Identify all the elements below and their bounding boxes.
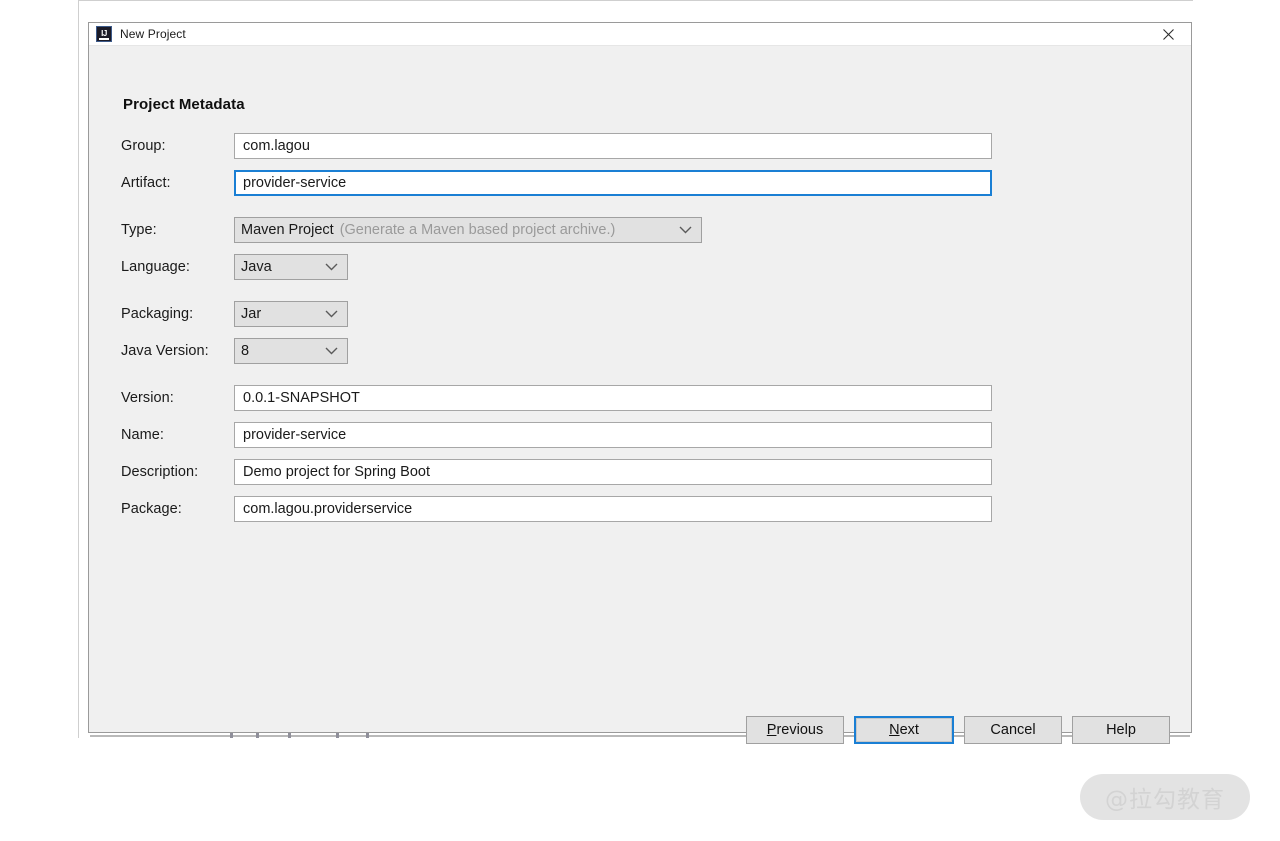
group-label: Group:	[121, 138, 234, 154]
artifact-label: Artifact:	[121, 175, 234, 191]
form-row-package: Package: com.lagou.providerservice	[121, 495, 1151, 523]
new-project-dialog: IJ New Project Project Metadata Group: c…	[88, 22, 1192, 733]
version-label: Version:	[121, 390, 234, 406]
chevron-down-icon	[679, 226, 692, 234]
cancel-button-label: Cancel	[990, 722, 1035, 738]
background-window-tick	[366, 733, 369, 738]
screen: IJ New Project Project Metadata Group: c…	[0, 0, 1280, 841]
help-button-label: Help	[1106, 722, 1136, 738]
package-label: Package:	[121, 501, 234, 517]
java-version-select-value: 8	[241, 343, 249, 359]
type-select-hint: (Generate a Maven based project archive.…	[340, 222, 616, 238]
language-select[interactable]: Java	[234, 254, 348, 280]
packaging-label: Packaging:	[121, 306, 234, 322]
form-row-java-version: Java Version: 8	[121, 337, 1151, 365]
language-label: Language:	[121, 259, 234, 275]
name-input[interactable]: provider-service	[234, 422, 992, 448]
language-select-value: Java	[241, 259, 272, 275]
type-label: Type:	[121, 222, 234, 238]
form-row-name: Name: provider-service	[121, 421, 1151, 449]
background-window-tick	[256, 733, 259, 738]
form-row-description: Description: Demo project for Spring Boo…	[121, 458, 1151, 486]
help-button[interactable]: Help	[1072, 716, 1170, 744]
version-input[interactable]: 0.0.1-SNAPSHOT	[234, 385, 992, 411]
chevron-down-icon	[325, 347, 338, 355]
group-input[interactable]: com.lagou	[234, 133, 992, 159]
previous-button-mnemonic: P	[767, 722, 777, 738]
form-row-language: Language: Java	[121, 253, 1151, 281]
chevron-down-icon	[325, 263, 338, 271]
type-select-value: Maven Project	[241, 222, 334, 238]
dialog-body: Project Metadata Group: com.lagou Artifa…	[89, 46, 1191, 732]
description-label: Description:	[121, 464, 234, 480]
close-icon[interactable]	[1146, 23, 1191, 46]
java-version-select[interactable]: 8	[234, 338, 348, 364]
previous-button-label: revious	[776, 722, 823, 738]
form-row-type: Type: Maven Project (Generate a Maven ba…	[121, 216, 1151, 244]
previous-button[interactable]: Previous	[746, 716, 844, 744]
dialog-title: New Project	[120, 27, 186, 41]
packaging-select-value: Jar	[241, 306, 261, 322]
form-row-artifact: Artifact: provider-service	[121, 169, 1151, 197]
intellij-idea-icon: IJ	[96, 26, 112, 42]
chevron-down-icon	[325, 310, 338, 318]
name-label: Name:	[121, 427, 234, 443]
java-version-label: Java Version:	[121, 343, 234, 359]
type-select[interactable]: Maven Project (Generate a Maven based pr…	[234, 217, 702, 243]
packaging-select[interactable]: Jar	[234, 301, 348, 327]
artifact-input[interactable]: provider-service	[234, 170, 992, 196]
background-window-tick	[336, 733, 339, 738]
watermark: @拉勾教育	[1080, 774, 1250, 820]
background-window-tick	[288, 733, 291, 738]
form-row-packaging: Packaging: Jar	[121, 300, 1151, 328]
background-window-tick	[230, 733, 233, 738]
form-row-version: Version: 0.0.1-SNAPSHOT	[121, 384, 1151, 412]
next-button-label: ext	[900, 722, 919, 738]
dialog-titlebar: IJ New Project	[89, 23, 1191, 46]
page-title: Project Metadata	[123, 96, 245, 113]
project-metadata-form: Group: com.lagou Artifact: provider-serv…	[121, 132, 1151, 532]
description-input[interactable]: Demo project for Spring Boot	[234, 459, 992, 485]
form-row-group: Group: com.lagou	[121, 132, 1151, 160]
next-button-mnemonic: N	[889, 722, 899, 738]
package-input[interactable]: com.lagou.providerservice	[234, 496, 992, 522]
next-button[interactable]: Next	[854, 716, 954, 744]
cancel-button[interactable]: Cancel	[964, 716, 1062, 744]
